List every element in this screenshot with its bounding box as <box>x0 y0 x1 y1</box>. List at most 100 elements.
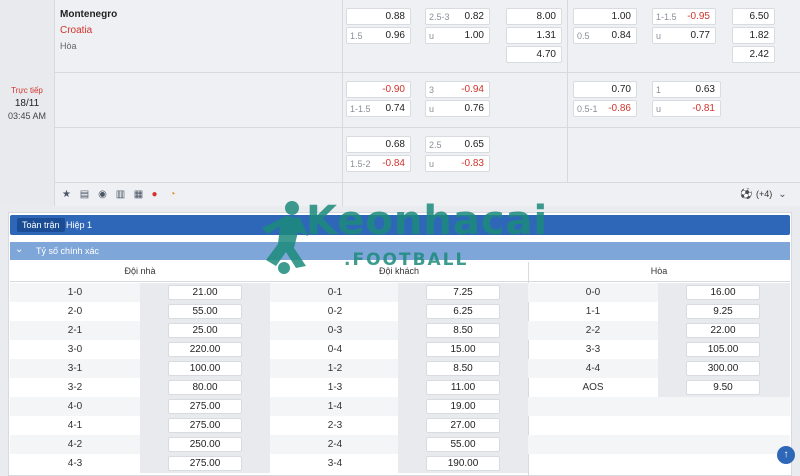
ft-1x2-draw-odds[interactable]: 4.70 <box>506 46 562 63</box>
score-odds-button[interactable]: 7.25 <box>426 285 500 300</box>
score-label: 1-0 <box>67 287 83 298</box>
score-odds-button[interactable]: 100.00 <box>168 361 242 376</box>
score-label: 4-4 <box>585 363 601 374</box>
score-label: AOS <box>582 382 604 393</box>
ft-1x2-away-odds[interactable]: 1.31 <box>506 27 562 44</box>
ft-ou-under-odds[interactable]: u 0.76 <box>425 100 490 117</box>
score-odds-button[interactable]: 8.50 <box>426 323 500 338</box>
score-odds-button[interactable]: 9.25 <box>686 304 760 319</box>
score-odds-button[interactable]: 55.00 <box>426 437 500 452</box>
h1-ou-under-odds[interactable]: u 0.77 <box>652 27 716 44</box>
score-label: 2-0 <box>67 306 83 317</box>
ft-ou-over-odds[interactable]: 2.5 0.65 <box>425 136 490 153</box>
score-label: 0-4 <box>327 344 343 355</box>
tab-full-match[interactable]: Toàn trận <box>17 218 65 232</box>
ft-ou-over-odds[interactable]: 3 -0.94 <box>425 81 490 98</box>
score-label: 1-4 <box>327 401 343 412</box>
ft-hdp-home-odds[interactable]: 0.68 <box>346 136 411 153</box>
h1-hdp-home-odds[interactable]: 1.00 <box>573 8 637 25</box>
h1-ou-over-odds[interactable]: 1-1.5 -0.95 <box>652 8 716 25</box>
column-header-draw: Hòa <box>650 266 668 276</box>
score-label: 4-0 <box>67 401 83 412</box>
away-team-name[interactable]: Croatia <box>60 25 92 36</box>
score-odds-button[interactable]: 80.00 <box>168 380 242 395</box>
score-odds-button[interactable]: 11.00 <box>426 380 500 395</box>
ft-ou-under-odds[interactable]: u -0.83 <box>425 155 490 172</box>
odds-value: -0.83 <box>461 158 484 169</box>
database-icon[interactable]: ▤ <box>78 188 91 201</box>
score-odds-button[interactable]: 190.00 <box>426 456 500 471</box>
score-odds-button[interactable]: 300.00 <box>686 361 760 376</box>
divider <box>54 0 55 206</box>
odds-value: 0.70 <box>611 84 631 95</box>
odds-value: 0.88 <box>385 11 405 22</box>
ft-hdp-away-odds[interactable]: 1.5-2 -0.84 <box>346 155 411 172</box>
odds-value: 6.50 <box>749 11 769 22</box>
divider <box>54 72 800 73</box>
h1-hdp-away-odds[interactable]: 0.5-1 -0.86 <box>573 100 637 117</box>
score-odds-button[interactable]: 16.00 <box>686 285 760 300</box>
h1-ou-under-odds[interactable]: u -0.81 <box>652 100 721 117</box>
chevron-down-icon[interactable]: ⌄ <box>776 188 789 201</box>
odds-value: 0.76 <box>464 103 484 114</box>
score-odds-button[interactable]: 22.00 <box>686 323 760 338</box>
handicap-line: 0.5 <box>577 30 590 41</box>
more-markets-count[interactable]: (+4) <box>756 189 772 199</box>
odds-value: -0.84 <box>382 158 405 169</box>
soccer-ball-icon[interactable]: ⚽ <box>740 188 753 201</box>
ft-hdp-away-odds[interactable]: 1.5 0.96 <box>346 27 411 44</box>
odds-value: 1.82 <box>749 30 769 41</box>
tab-first-half[interactable]: Hiệp 1 <box>66 218 92 232</box>
score-odds-button[interactable]: 15.00 <box>426 342 500 357</box>
odds-value: 1.31 <box>536 30 556 41</box>
score-label: 1-1 <box>585 306 601 317</box>
ft-hdp-home-odds[interactable]: -0.90 <box>346 81 411 98</box>
under-label: u <box>656 30 662 41</box>
score-odds-button[interactable]: 25.00 <box>168 323 242 338</box>
score-odds-button[interactable]: 275.00 <box>168 418 242 433</box>
h1-ou-over-odds[interactable]: 1 0.63 <box>652 81 721 98</box>
ft-ou-over-odds[interactable]: 2.5-3 0.82 <box>425 8 490 25</box>
handicap-line: 1-1.5 <box>350 103 371 114</box>
score-odds-button[interactable]: 21.00 <box>168 285 242 300</box>
odds-value: 4.70 <box>536 49 556 60</box>
score-odds-button[interactable]: 275.00 <box>168 399 242 414</box>
ou-line: 1-1.5 <box>656 11 677 22</box>
score-odds-button[interactable]: 19.00 <box>426 399 500 414</box>
score-odds-button[interactable]: 9.50 <box>686 380 760 395</box>
ft-hdp-home-odds[interactable]: 0.88 <box>346 8 411 25</box>
h1-hdp-away-odds[interactable]: 0.5 0.84 <box>573 27 637 44</box>
score-label: 0-2 <box>327 306 343 317</box>
h1-1x2-away-odds[interactable]: 1.82 <box>732 27 775 44</box>
handicap-line: 0.5-1 <box>577 103 598 114</box>
chevron-down-icon[interactable]: ⌄ <box>15 244 23 255</box>
score-odds-button[interactable]: 220.00 <box>168 342 242 357</box>
handicap-line: 1.5 <box>350 30 363 41</box>
ft-hdp-away-odds[interactable]: 1-1.5 0.74 <box>346 100 411 117</box>
ft-ou-under-odds[interactable]: u 1.00 <box>425 27 490 44</box>
favorite-star-icon[interactable]: ★ <box>60 188 73 201</box>
score-odds-button[interactable]: 27.00 <box>426 418 500 433</box>
section-header[interactable] <box>10 242 790 260</box>
stats-chart-icon[interactable]: ▥ <box>114 188 127 201</box>
odds-value: 8.00 <box>536 11 556 22</box>
h1-1x2-draw-odds[interactable]: 2.42 <box>732 46 775 63</box>
lineup-icon[interactable]: ▦ <box>132 188 145 201</box>
score-odds-button[interactable]: 250.00 <box>168 437 242 452</box>
score-label: 0-1 <box>327 287 343 298</box>
home-team-name[interactable]: Montenegro <box>60 9 117 20</box>
score-odds-button[interactable]: 55.00 <box>168 304 242 319</box>
score-odds-button[interactable]: 6.25 <box>426 304 500 319</box>
score-label: 1-3 <box>327 382 343 393</box>
h1-hdp-home-odds[interactable]: 0.70 <box>573 81 637 98</box>
score-odds-button[interactable]: 275.00 <box>168 456 242 471</box>
score-odds-button[interactable]: 105.00 <box>686 342 760 357</box>
stopwatch-icon[interactable]: ◔ <box>166 188 179 201</box>
fire-icon[interactable]: ● <box>148 188 161 201</box>
eye-icon[interactable]: ◉ <box>96 188 109 201</box>
h1-1x2-home-odds[interactable]: 6.50 <box>732 8 775 25</box>
divider <box>342 0 343 206</box>
score-odds-button[interactable]: 8.50 <box>426 361 500 376</box>
ft-1x2-home-odds[interactable]: 8.00 <box>506 8 562 25</box>
scroll-to-top-button[interactable]: ↑ <box>777 446 795 464</box>
